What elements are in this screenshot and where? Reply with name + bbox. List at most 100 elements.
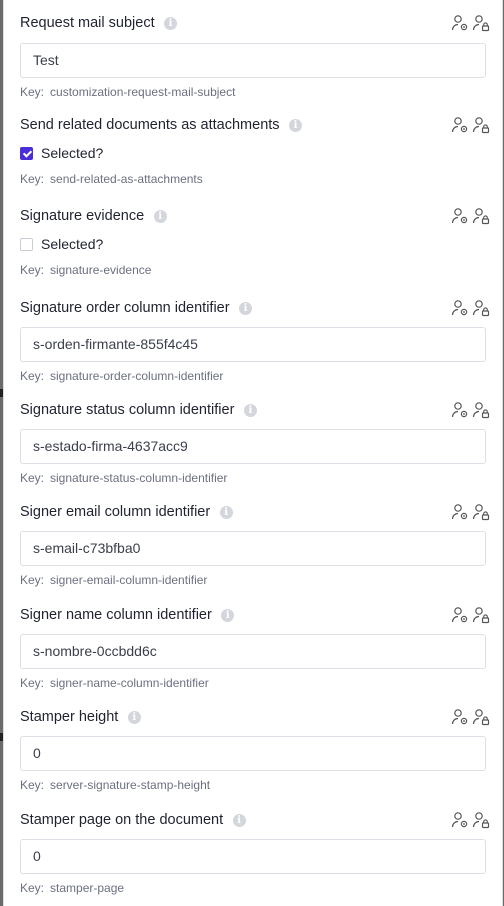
field-signer-name-column-identifier: Signer name column identifier i s-nombre… [20, 605, 490, 691]
signature-status-column-identifier-input[interactable]: s-estado-firma-4637acc9 [20, 429, 486, 464]
user-settings-icon[interactable] [451, 14, 469, 32]
field-actions [451, 299, 490, 317]
info-icon[interactable]: i [164, 16, 178, 30]
field-actions [451, 503, 490, 521]
field-actions [451, 606, 490, 624]
info-icon[interactable]: i [289, 118, 302, 132]
user-lock-icon[interactable] [472, 811, 490, 829]
field-signature-status-column-identifier: Signature status column identifier i s-e… [20, 400, 490, 486]
field-key: Key: server-signature-stamp-height [20, 777, 490, 793]
field-label-row: Request mail subject i [20, 13, 490, 33]
field-request-mail-subject: Request mail subject i Test Key: customiz… [20, 13, 490, 100]
info-icon[interactable]: i [243, 403, 257, 417]
user-lock-icon[interactable] [472, 606, 490, 624]
field-label: Signature evidence [20, 208, 145, 224]
key-label: Key: [20, 676, 45, 690]
field-send-related-as-attachments: Send related documents as attachments i … [20, 115, 490, 187]
key-label: Key: [20, 778, 45, 792]
settings-panel: Request mail subject i Test Key: customiz… [3, 0, 503, 906]
user-lock-icon[interactable] [472, 14, 490, 32]
field-label: Send related documents as attachments [20, 117, 280, 133]
stamper-height-input[interactable]: 0 [20, 736, 486, 771]
key-label: Key: [20, 471, 45, 485]
user-lock-icon[interactable] [472, 401, 490, 419]
info-icon[interactable]: i [232, 813, 246, 827]
field-stamper-page: Stamper page on the document i 0 Key: sta… [20, 810, 490, 896]
field-key: Key: stamper-page [20, 880, 490, 896]
field-label-row: Signer name column identifier i [20, 605, 490, 625]
field-signature-evidence: Signature evidence i Selected? Key: signa… [20, 206, 490, 278]
info-icon[interactable]: i [221, 608, 235, 622]
stamper-page-input[interactable]: 0 [20, 839, 486, 874]
checkbox-row[interactable]: Selected? [20, 234, 490, 254]
key-value: signature-evidence [50, 263, 152, 277]
field-actions [451, 401, 490, 419]
user-settings-icon[interactable] [451, 811, 469, 829]
field-signer-email-column-identifier: Signer email column identifier i s-email… [20, 502, 490, 588]
field-key: Key: signature-order-column-identifier [20, 368, 490, 384]
field-label: Signer name column identifier [20, 607, 212, 623]
key-value: stamper-page [50, 881, 125, 895]
field-label: Signer email column identifier [20, 504, 211, 520]
key-value: server-signature-stamp-height [50, 778, 211, 792]
key-value: signature-status-column-identifier [50, 471, 228, 485]
field-key: Key: signer-name-column-identifier [20, 675, 490, 691]
field-stamper-height: Stamper height i 0 Key: server-signature-… [20, 707, 490, 793]
send-related-as-attachments-checkbox[interactable] [20, 146, 33, 160]
field-actions [451, 14, 490, 32]
key-value: send-related-as-attachments [50, 172, 203, 186]
info-icon[interactable]: i [153, 209, 167, 223]
key-label: Key: [20, 881, 45, 895]
key-label: Key: [20, 573, 45, 587]
signer-email-column-identifier-input[interactable]: s-email-c73bfba0 [20, 531, 486, 566]
key-value: signer-email-column-identifier [50, 573, 208, 587]
field-label-row: Signature evidence i [20, 206, 490, 226]
user-settings-icon[interactable] [451, 606, 469, 624]
user-settings-icon[interactable] [451, 708, 469, 726]
key-value: signature-order-column-identifier [50, 369, 224, 383]
user-lock-icon[interactable] [472, 207, 490, 225]
field-label: Stamper height [20, 709, 119, 725]
field-key: Key: signature-evidence [20, 262, 490, 278]
user-settings-icon[interactable] [451, 503, 469, 521]
user-settings-icon[interactable] [451, 207, 469, 225]
user-settings-icon[interactable] [451, 401, 469, 419]
checkbox-row[interactable]: Selected? [20, 143, 490, 163]
field-key: Key: signature-status-column-identifier [20, 470, 490, 486]
field-key: Key: signer-email-column-identifier [20, 572, 490, 588]
field-actions [451, 116, 490, 134]
user-lock-icon[interactable] [472, 708, 490, 726]
info-icon[interactable]: i [127, 710, 141, 724]
user-lock-icon[interactable] [472, 503, 490, 521]
key-label: Key: [20, 85, 45, 99]
signature-order-column-identifier-input[interactable]: s-orden-firmante-855f4c45 [20, 327, 486, 362]
field-actions [451, 207, 490, 225]
checkbox-label[interactable]: Selected? [41, 145, 103, 161]
field-actions [451, 708, 490, 726]
key-label: Key: [20, 369, 45, 383]
key-label: Key: [20, 172, 45, 186]
user-lock-icon[interactable] [472, 116, 490, 134]
key-value: signer-name-column-identifier [50, 676, 209, 690]
field-key: Key: send-related-as-attachments [20, 171, 490, 187]
field-label: Stamper page on the document [20, 812, 224, 828]
info-icon[interactable]: i [239, 301, 253, 315]
field-label: Request mail subject [20, 15, 155, 31]
key-value: customization-request-mail-subject [50, 85, 236, 99]
request-mail-subject-input[interactable]: Test [20, 43, 486, 78]
field-label-row: Stamper height i [20, 707, 490, 727]
user-lock-icon[interactable] [472, 299, 490, 317]
user-settings-icon[interactable] [451, 299, 469, 317]
signer-name-column-identifier-input[interactable]: s-nombre-0ccbdd6c [20, 634, 486, 669]
field-label: Signature status column identifier [20, 402, 235, 418]
info-icon[interactable]: i [219, 505, 233, 519]
user-settings-icon[interactable] [451, 116, 469, 134]
checkbox-label[interactable]: Selected? [41, 236, 103, 252]
field-actions [451, 811, 490, 829]
field-key: Key: customization-request-mail-subject [20, 84, 490, 100]
signature-evidence-checkbox[interactable] [20, 237, 33, 251]
field-signature-order-column-identifier: Signature order column identifier i s-or… [20, 298, 490, 384]
field-label-row: Signer email column identifier i [20, 502, 490, 522]
key-label: Key: [20, 263, 45, 277]
field-label-row: Signature status column identifier i [20, 400, 490, 420]
